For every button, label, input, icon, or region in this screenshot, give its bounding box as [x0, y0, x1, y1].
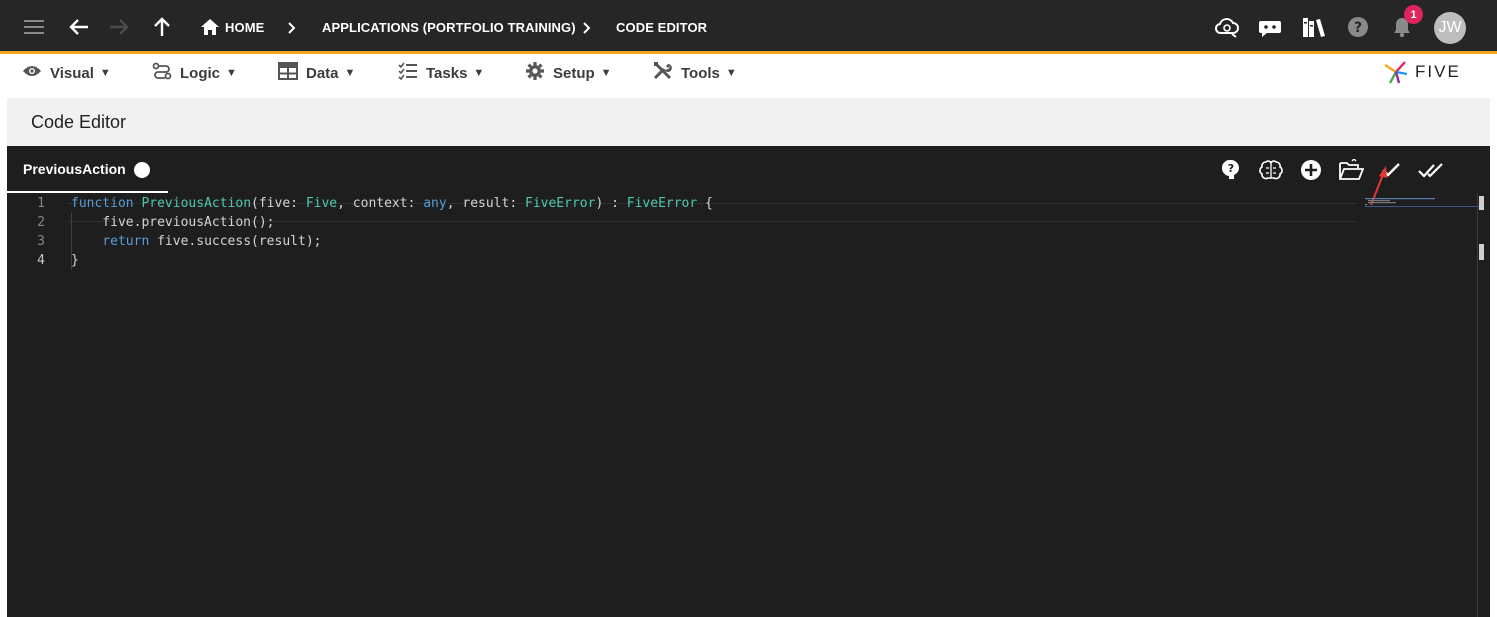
page-title: Code Editor: [31, 112, 127, 132]
menu-tools-label: Tools: [681, 64, 720, 82]
line-content: return five.success(result);: [71, 232, 321, 251]
tools-icon: [653, 61, 673, 85]
menu-visual-label: Visual: [50, 64, 94, 82]
menu-tasks-label: Tasks: [426, 64, 468, 82]
line-number: 1: [37, 196, 45, 211]
menu-caret: ▼: [600, 67, 612, 79]
menu-logic-label: Logic: [180, 64, 220, 82]
menu-caret: ▼: [344, 67, 356, 79]
breadcrumb-home[interactable]: HOME: [225, 20, 264, 36]
menu-logic[interactable]: Logic ▼: [152, 61, 237, 85]
home-icon[interactable]: [196, 13, 224, 41]
code-token: FiveError: [626, 196, 698, 211]
breadcrumb-code-editor[interactable]: CODE EDITOR: [616, 20, 707, 36]
menu-caret: ▼: [226, 67, 237, 79]
main-menu-bar: Visual ▼ Logic ▼ Data ▼ Tasks ▼ Setup ▼ …: [0, 57, 1497, 89]
code-token: any: [423, 196, 447, 211]
up-arrow-icon[interactable]: [148, 13, 176, 41]
top-app-bar: HOME APPLICATIONS (PORTFOLIO TRAINING) C…: [0, 0, 1497, 54]
vertical-scrollbar[interactable]: [1477, 194, 1478, 617]
menu-icon[interactable]: [20, 13, 48, 41]
breadcrumb-applications[interactable]: APPLICATIONS (PORTFOLIO TRAINING): [322, 20, 576, 36]
code-token: function: [71, 196, 134, 211]
code-token: ) :: [595, 196, 627, 211]
code-token: {: [697, 196, 713, 211]
add-circle-icon[interactable]: [1298, 157, 1324, 183]
logic-flow-icon: [152, 62, 172, 84]
code-token: }: [71, 253, 79, 268]
line-number: 2: [37, 215, 45, 230]
code-token: , context:: [337, 196, 424, 211]
indent-guide: [71, 213, 72, 270]
menu-caret: ▼: [725, 67, 737, 79]
breadcrumb-separator-icon: [580, 18, 594, 38]
menu-caret: ▼: [473, 67, 485, 79]
code-line[interactable]: 4}: [7, 251, 1367, 270]
code-token: return: [102, 234, 150, 249]
line-number: 4: [37, 253, 45, 268]
help-icon[interactable]: ?: [1344, 13, 1372, 41]
code-token: five.success(result);: [149, 234, 322, 249]
code-line[interactable]: 2 five.previousAction();: [7, 213, 1367, 232]
menu-visual[interactable]: Visual ▼: [22, 61, 111, 85]
code-line[interactable]: 1 function PreviousAction(five: Five, con…: [7, 194, 1367, 213]
svg-text:?: ?: [1228, 162, 1234, 175]
scrollbar-marker: [1479, 244, 1484, 260]
menu-tools[interactable]: Tools ▼: [653, 61, 737, 85]
line-content: five.previousAction();: [71, 213, 275, 232]
library-books-icon[interactable]: [1300, 13, 1328, 41]
menu-data[interactable]: Data ▼: [278, 61, 355, 85]
code-token: five.previousAction();: [71, 215, 275, 230]
gear-icon: [525, 61, 545, 85]
code-token: (five:: [251, 196, 306, 211]
code-area[interactable]: 1 function PreviousAction(five: Five, con…: [7, 194, 1367, 270]
double-check-icon[interactable]: [1418, 157, 1444, 183]
scrollbar-thumb[interactable]: [1479, 196, 1484, 210]
page-header: Code Editor: [7, 98, 1490, 146]
five-logo-text: FIVE: [1415, 62, 1461, 81]
notification-badge[interactable]: 1: [1404, 5, 1423, 24]
menu-data-label: Data: [306, 64, 339, 82]
back-arrow-icon[interactable]: [65, 13, 93, 41]
code-token: Five: [305, 196, 338, 211]
code-minimap[interactable]: [1365, 194, 1485, 207]
avatar[interactable]: JW: [1434, 12, 1466, 44]
tab-label: PreviousAction: [23, 161, 126, 177]
table-icon: [278, 62, 298, 84]
line-number: 3: [37, 234, 45, 249]
code-token: , result:: [446, 196, 525, 211]
svg-text:?: ?: [1354, 20, 1362, 36]
eye-icon: [22, 64, 42, 82]
line-content: function PreviousAction(five: Five, cont…: [71, 194, 713, 213]
five-logo: FIVE: [1383, 59, 1461, 85]
menu-caret: ▼: [99, 67, 111, 79]
help-bubble-icon[interactable]: ?: [1218, 157, 1244, 183]
five-logo-mark-icon: [1384, 61, 1408, 84]
code-line[interactable]: 3 return five.success(result);: [7, 232, 1367, 251]
brain-icon[interactable]: [1258, 157, 1284, 183]
menu-setup-label: Setup: [553, 64, 595, 82]
code-editor-panel: PreviousAction ? 1 function PreviousActio…: [7, 146, 1490, 617]
breadcrumb-separator-icon: [285, 18, 299, 38]
code-token: FiveError: [525, 196, 596, 211]
tab-previous-action[interactable]: PreviousAction: [7, 146, 168, 193]
checklist-icon: [398, 62, 418, 84]
chat-bot-icon[interactable]: [1256, 13, 1284, 41]
window-edge: [1490, 98, 1497, 617]
cloud-sync-icon[interactable]: [1213, 13, 1241, 41]
menu-setup[interactable]: Setup ▼: [525, 61, 612, 85]
code-token: PreviousAction: [141, 196, 252, 211]
open-folder-icon[interactable]: [1338, 157, 1364, 183]
line-content: }: [71, 251, 79, 270]
unsaved-indicator-dot: [134, 162, 150, 178]
menu-tasks[interactable]: Tasks ▼: [398, 61, 484, 85]
forward-arrow-icon[interactable]: [105, 13, 133, 41]
